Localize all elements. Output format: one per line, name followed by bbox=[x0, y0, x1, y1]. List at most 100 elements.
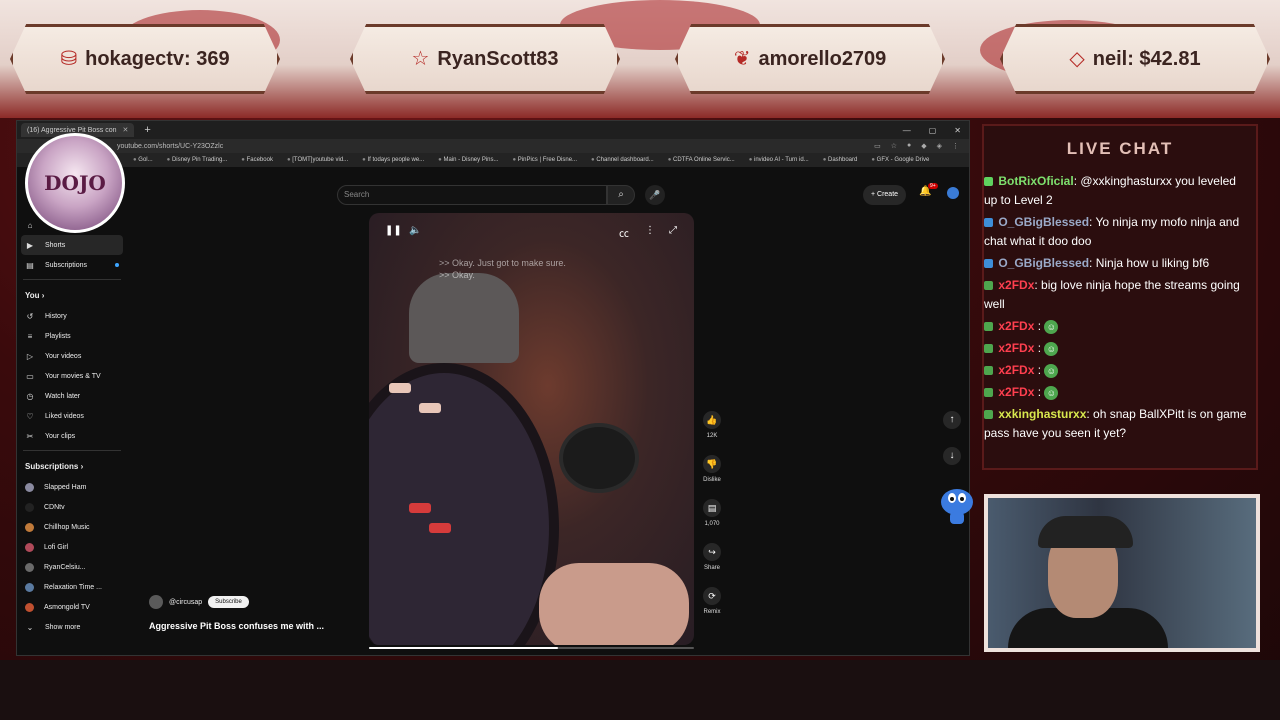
sidebar-item-watch-later[interactable]: ◷ Watch later bbox=[17, 386, 127, 406]
alert-banner: ❦ amorello2709 bbox=[675, 24, 945, 94]
chat-username[interactable]: x2FDx bbox=[998, 319, 1034, 333]
search-input[interactable]: Search bbox=[337, 185, 607, 205]
extension-icon[interactable]: ◈ bbox=[937, 142, 942, 150]
sidebar-subscription-item[interactable]: Asmongold TV bbox=[17, 597, 127, 617]
chevron-down-icon: ⌄ bbox=[26, 622, 34, 632]
chat-username[interactable]: x2FDx bbox=[998, 278, 1034, 292]
sidebar-item-label: Your clips bbox=[45, 432, 76, 440]
chat-username[interactable]: O_GBigBlessed bbox=[998, 256, 1089, 270]
sidebar-item-history[interactable]: ↺ History bbox=[17, 306, 127, 326]
create-button[interactable]: + Create bbox=[863, 185, 907, 205]
chat-username[interactable]: xxkinghasturxx bbox=[998, 407, 1086, 421]
show-more-button[interactable]: ⌄ Show more bbox=[17, 617, 127, 637]
channel-avatar bbox=[25, 562, 34, 572]
previous-short-button[interactable]: ↑ bbox=[943, 411, 961, 429]
subscription-label: Lofi Girl bbox=[44, 543, 69, 551]
bookmark-star-icon[interactable]: ☆ bbox=[891, 142, 897, 150]
maximize-icon[interactable]: ▢ bbox=[929, 126, 937, 135]
menu-icon[interactable]: ⋮ bbox=[952, 142, 959, 150]
bookmarks-bar: Gol... Disney Pin Trading... Facebook [TOMT… bbox=[17, 153, 969, 167]
chat-username[interactable]: x2FDx bbox=[998, 363, 1034, 377]
extension-icon[interactable]: ◆ bbox=[921, 142, 926, 150]
sidebar-item-your-movies[interactable]: ▭ Your movies & TV bbox=[17, 366, 127, 386]
channel-avatar bbox=[25, 482, 34, 492]
sidebar-item-liked-videos[interactable]: ♡ Liked videos bbox=[17, 406, 127, 426]
bookmark-item[interactable]: PinPics | Free Disne... bbox=[513, 157, 577, 163]
alert-banner-text: neil: $42.81 bbox=[1092, 47, 1201, 70]
subscribe-button[interactable]: Subscribe bbox=[208, 596, 249, 608]
bookmark-item[interactable]: GFX - Google Drive bbox=[871, 157, 930, 163]
bookmark-item[interactable]: Facebook bbox=[241, 157, 273, 163]
sidebar-subscriptions-header[interactable]: Subscriptions › bbox=[17, 455, 127, 477]
channel-avatar[interactable] bbox=[149, 595, 163, 609]
volume-icon[interactable]: 🔈 bbox=[409, 225, 421, 236]
video-frame-chips bbox=[409, 503, 431, 513]
sidebar-item-your-clips[interactable]: ✂ Your clips bbox=[17, 426, 127, 446]
account-avatar[interactable] bbox=[947, 187, 959, 199]
dislike-button[interactable]: 👎 Dislike bbox=[697, 455, 727, 499]
bookmark-item[interactable]: Dashboard bbox=[823, 157, 857, 163]
bookmark-item[interactable]: Channel dashboard... bbox=[591, 157, 653, 163]
sidebar-subscriptions-section: Slapped Ham CDNtv Chillhop Music Lofi Girl R… bbox=[17, 477, 127, 617]
sidebar-subscription-item[interactable]: Slapped Ham bbox=[17, 477, 127, 497]
sidebar-you-section: ↺ History ≡ Playlists ▷ Your videos ▭ Your movi… bbox=[17, 306, 127, 446]
sidebar-divider bbox=[23, 450, 121, 451]
sidebar-item-label: History bbox=[45, 312, 67, 320]
subscription-label: RyanCelsiu... bbox=[44, 563, 86, 571]
video-progress-bar[interactable] bbox=[369, 647, 694, 649]
extension-icon[interactable]: ● bbox=[907, 142, 911, 150]
minimize-icon[interactable]: — bbox=[903, 126, 911, 135]
sidebar-subscription-item[interactable]: Chillhop Music bbox=[17, 517, 127, 537]
video-frame-chips bbox=[389, 383, 411, 393]
sidebar-item-your-videos[interactable]: ▷ Your videos bbox=[17, 346, 127, 366]
captions-icon[interactable]: ㏄ bbox=[619, 225, 629, 240]
chat-badge-icon bbox=[984, 344, 993, 354]
sidebar-subscription-item[interactable]: Lofi Girl bbox=[17, 537, 127, 557]
chat-username[interactable]: x2FDx bbox=[998, 385, 1034, 399]
cast-icon[interactable]: ▭ bbox=[874, 142, 881, 150]
next-short-button[interactable]: ↓ bbox=[943, 447, 961, 465]
video-frame-stool bbox=[559, 423, 639, 493]
close-tab-icon[interactable]: ✕ bbox=[123, 126, 129, 134]
bookmark-item[interactable]: CDTFA Online Servic... bbox=[668, 157, 735, 163]
video-title[interactable]: Aggressive Pit Boss confuses me with ... bbox=[149, 621, 324, 631]
chat-message: x2FDx : ☺ bbox=[984, 317, 1252, 336]
chat-badge-icon bbox=[984, 177, 993, 187]
chat-username[interactable]: x2FDx bbox=[998, 341, 1034, 355]
remix-button[interactable]: ⟳ Remix bbox=[697, 587, 727, 631]
sidebar-subscription-item[interactable]: Relaxation Time ... bbox=[17, 577, 127, 597]
sidebar-you-header[interactable]: You › bbox=[17, 284, 127, 306]
like-button[interactable]: 👍 12K bbox=[697, 411, 727, 455]
bookmark-item[interactable]: [TOMT]youtube vid... bbox=[287, 157, 348, 163]
search-button[interactable]: ⌕ bbox=[607, 185, 635, 205]
sidebar-subscription-item[interactable]: CDNtv bbox=[17, 497, 127, 517]
sidebar-item-playlists[interactable]: ≡ Playlists bbox=[17, 326, 127, 346]
bookmark-item[interactable]: If todays people we... bbox=[362, 157, 424, 163]
bookmark-item[interactable]: Gol... bbox=[133, 157, 152, 163]
bookmark-item[interactable]: invideo AI - Turn id... bbox=[749, 157, 809, 163]
share-button[interactable]: ↪ Share bbox=[697, 543, 727, 587]
channel-name[interactable]: @circusap bbox=[169, 599, 202, 606]
browser-window: (16) Aggressive Pit Boss con ✕ + — ▢ ✕ y… bbox=[16, 120, 970, 656]
close-window-icon[interactable]: ✕ bbox=[954, 126, 961, 135]
sidebar-item-shorts[interactable]: ▶ Shorts bbox=[21, 235, 123, 255]
more-options-icon[interactable]: ⋮ bbox=[645, 225, 655, 236]
address-bar[interactable]: youtube.com/shorts/UC-Y23OZzlc ▭ ☆ ● ◆ ◈… bbox=[17, 139, 969, 153]
sidebar-item-subscriptions[interactable]: ▤ Subscriptions bbox=[17, 255, 127, 275]
url-text[interactable]: youtube.com/shorts/UC-Y23OZzlc bbox=[117, 143, 223, 150]
arrow-up-icon: ↑ bbox=[949, 414, 955, 425]
live-chat-title: LIVE CHAT bbox=[1066, 139, 1174, 158]
fullscreen-icon[interactable]: ⤢ bbox=[669, 225, 677, 236]
chat-username[interactable]: O_GBigBlessed bbox=[998, 215, 1089, 229]
pause-icon[interactable]: ❚❚ bbox=[385, 225, 402, 236]
sidebar-item-label: Subscriptions bbox=[45, 261, 88, 269]
new-tab-icon[interactable]: + bbox=[144, 124, 150, 136]
chat-username[interactable]: BotRixOficial bbox=[998, 174, 1073, 188]
bookmark-item[interactable]: Main - Disney Pins... bbox=[438, 157, 498, 163]
sidebar-subscription-item[interactable]: RyanCelsiu... bbox=[17, 557, 127, 577]
bookmark-item[interactable]: Disney Pin Trading... bbox=[167, 157, 227, 163]
shorts-video-player[interactable]: >> Okay. Just got to make sure. >> Okay.… bbox=[369, 213, 694, 645]
voice-search-button[interactable]: 🎤 bbox=[645, 185, 665, 205]
channel-avatar bbox=[25, 522, 34, 532]
comments-button[interactable]: ▤ 1,070 bbox=[697, 499, 727, 543]
